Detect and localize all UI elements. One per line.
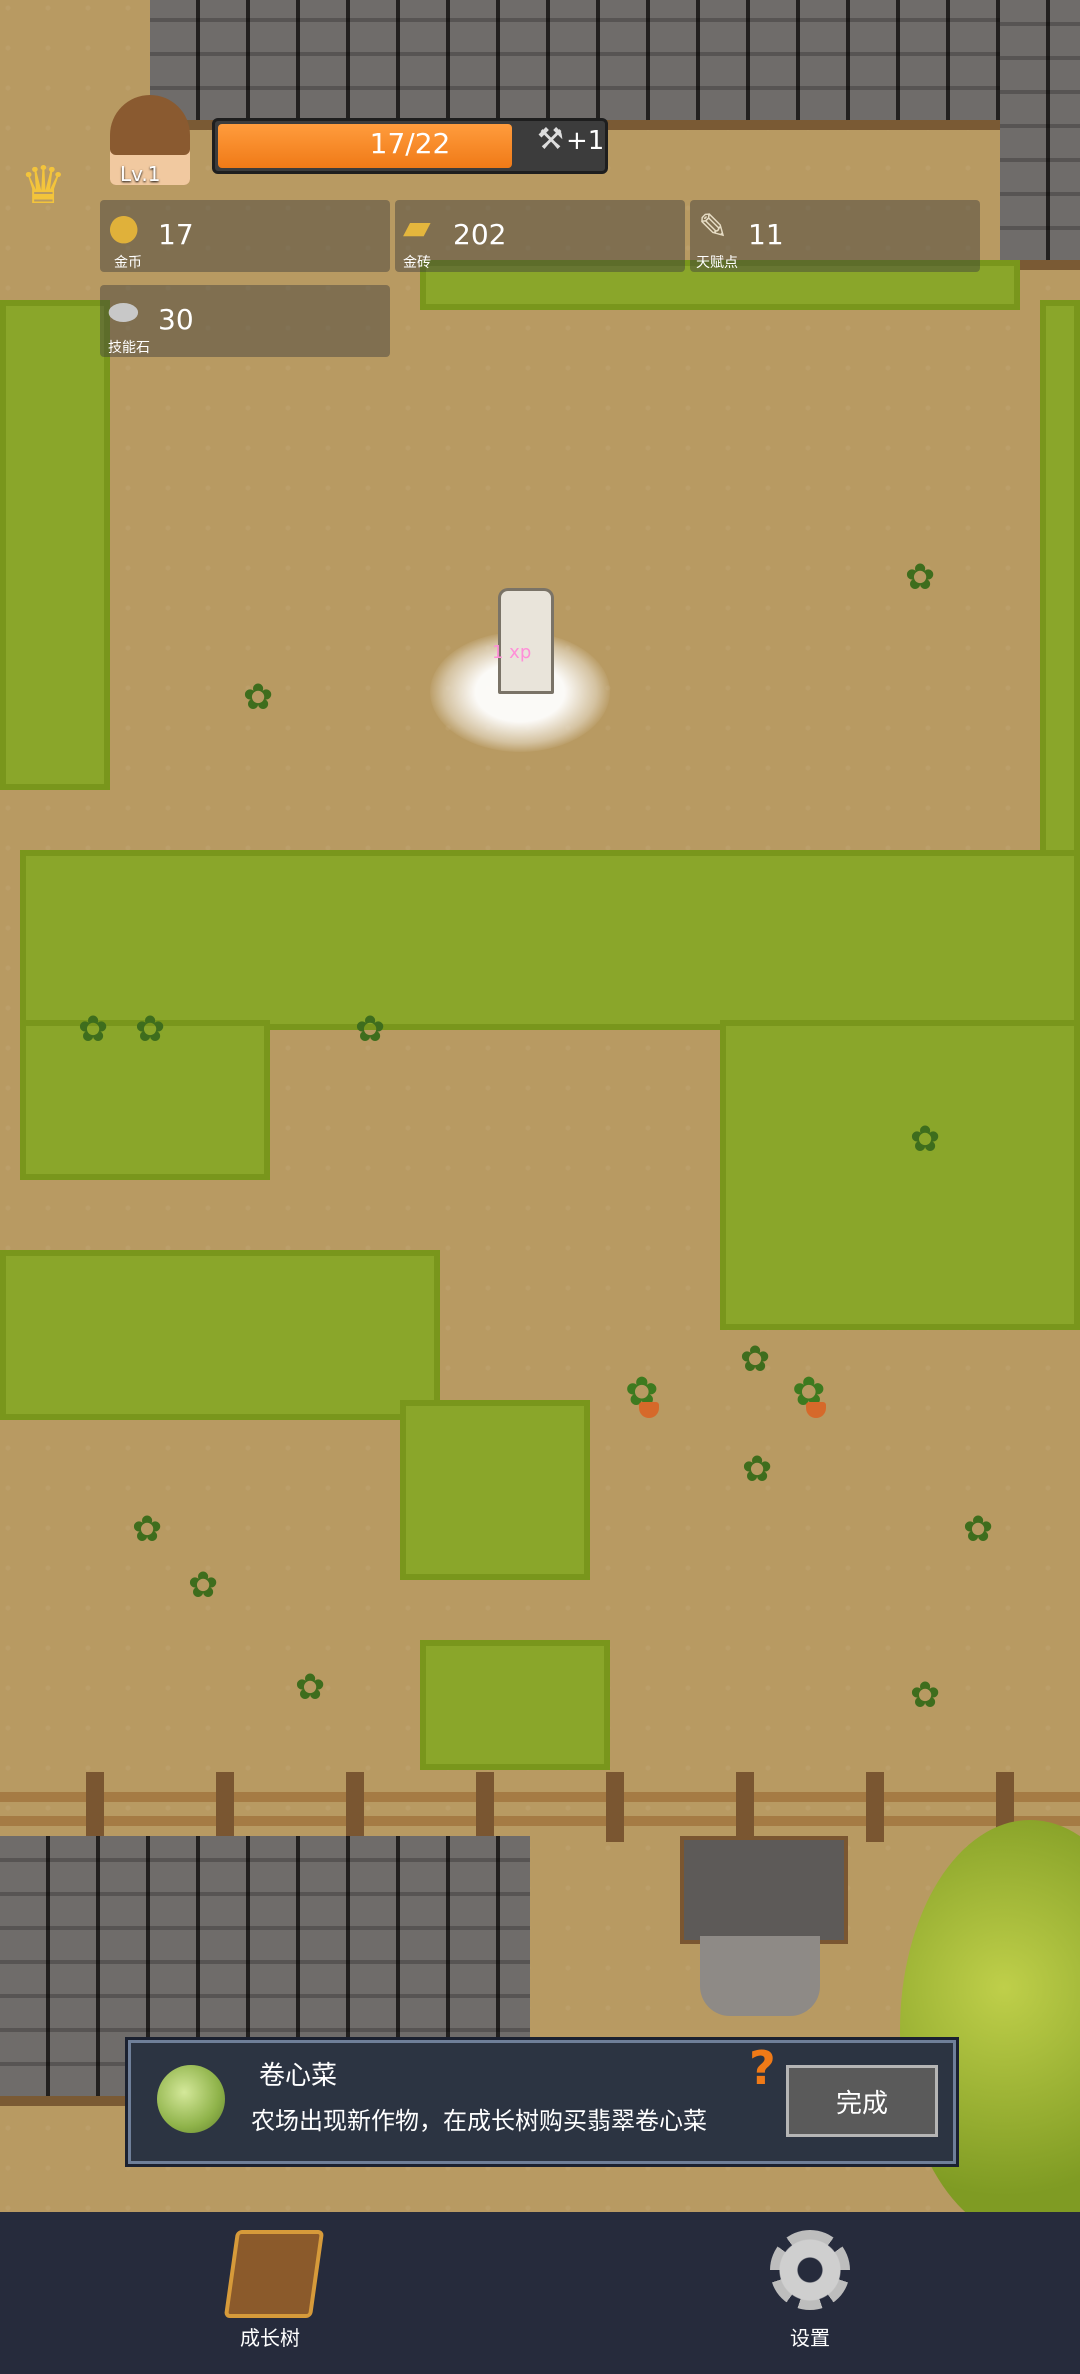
sprout-crop[interactable]: ✿ <box>135 1012 165 1048</box>
player-level: Lv.1 <box>120 162 161 186</box>
gold-bar-icon: ▰ <box>403 207 431 248</box>
talent-scroll-icon: ✎ <box>698 207 729 248</box>
settings-button[interactable]: 设置 <box>740 2222 880 2362</box>
done-button[interactable]: 完成 <box>786 2065 938 2137</box>
resource-gold-bar[interactable]: ▰ 202 金砖 <box>395 200 685 272</box>
resource-skill-stone[interactable]: ⬬ 30 技能石 <box>100 285 390 357</box>
skill-stone-icon: ⬬ <box>108 292 139 333</box>
sprout-crop[interactable]: ✿ <box>355 1012 385 1048</box>
growth-tree-button[interactable]: 成长树 <box>200 2222 340 2362</box>
question-icon[interactable]: ? <box>749 2041 776 2095</box>
growth-tree-label: 成长树 <box>240 2326 300 2350</box>
well-base <box>700 1936 820 2016</box>
bottom-nav: 成长树 设置 <box>0 2212 1080 2374</box>
notification-title: 卷心菜 <box>259 2061 338 2091</box>
xp-popup: 1 xp <box>492 642 532 663</box>
grass-patch <box>400 1400 590 1580</box>
cabbage-icon <box>157 2065 225 2133</box>
grass-patch <box>0 1250 440 1420</box>
well-roof <box>680 1836 848 1944</box>
grass-patch <box>20 850 1080 1030</box>
gold-coin-label: 金币 <box>114 255 142 271</box>
skill-stone-label: 技能石 <box>108 340 150 356</box>
resource-gold-coin[interactable]: ● 17 金币 <box>100 200 390 272</box>
house-roof-right <box>1000 0 1080 270</box>
sprout-crop[interactable]: ✿ <box>742 1452 772 1488</box>
notification-description: 农场出现新作物，在成长树购买翡翠卷心菜 <box>251 2107 707 2135</box>
stone-marker[interactable] <box>498 588 554 694</box>
sprout-crop[interactable]: ✿ <box>910 1678 940 1714</box>
hammer-icon: ⚒ <box>537 122 564 157</box>
book-icon <box>223 2230 325 2318</box>
sprout-crop[interactable]: ✿ <box>243 680 273 716</box>
grass-patch <box>720 1020 1080 1330</box>
gold-bar-value: 202 <box>453 218 507 251</box>
gear-icon <box>770 2230 850 2310</box>
talent-points-label: 天赋点 <box>696 255 738 271</box>
new-crop-notification: 卷心菜 农场出现新作物，在成长树购买翡翠卷心菜 ? 完成 <box>128 2040 956 2164</box>
settings-label: 设置 <box>790 2326 830 2350</box>
sprout-crop[interactable]: ✿ <box>740 1342 770 1378</box>
talent-points-value: 11 <box>748 218 784 251</box>
house-roof-top <box>150 0 1010 130</box>
tool-bonus: +1 <box>566 126 605 156</box>
skill-stone-value: 30 <box>158 303 194 336</box>
water-well[interactable] <box>680 1836 848 2016</box>
gold-coin-icon: ● <box>108 207 140 248</box>
gold-bar-label: 金砖 <box>403 255 431 271</box>
carrot-crop[interactable]: ✿ <box>625 1372 659 1418</box>
sprout-crop[interactable]: ✿ <box>78 1012 108 1048</box>
sprout-crop[interactable]: ✿ <box>963 1512 993 1548</box>
resource-talent-points[interactable]: ✎ 11 天赋点 <box>690 200 980 272</box>
grass-patch <box>0 300 110 790</box>
crown-icon[interactable]: ♛ <box>20 160 67 212</box>
sprout-crop[interactable]: ✿ <box>188 1568 218 1604</box>
sprout-crop[interactable]: ✿ <box>910 1122 940 1158</box>
gold-coin-value: 17 <box>158 218 194 251</box>
grass-patch <box>420 1640 610 1770</box>
wooden-fence <box>0 1772 1080 1842</box>
sprout-crop[interactable]: ✿ <box>905 560 935 596</box>
sprout-crop[interactable]: ✿ <box>295 1670 325 1706</box>
carrot-crop[interactable]: ✿ <box>792 1372 826 1418</box>
sprout-crop[interactable]: ✿ <box>132 1512 162 1548</box>
grass-patch <box>1040 300 1080 860</box>
